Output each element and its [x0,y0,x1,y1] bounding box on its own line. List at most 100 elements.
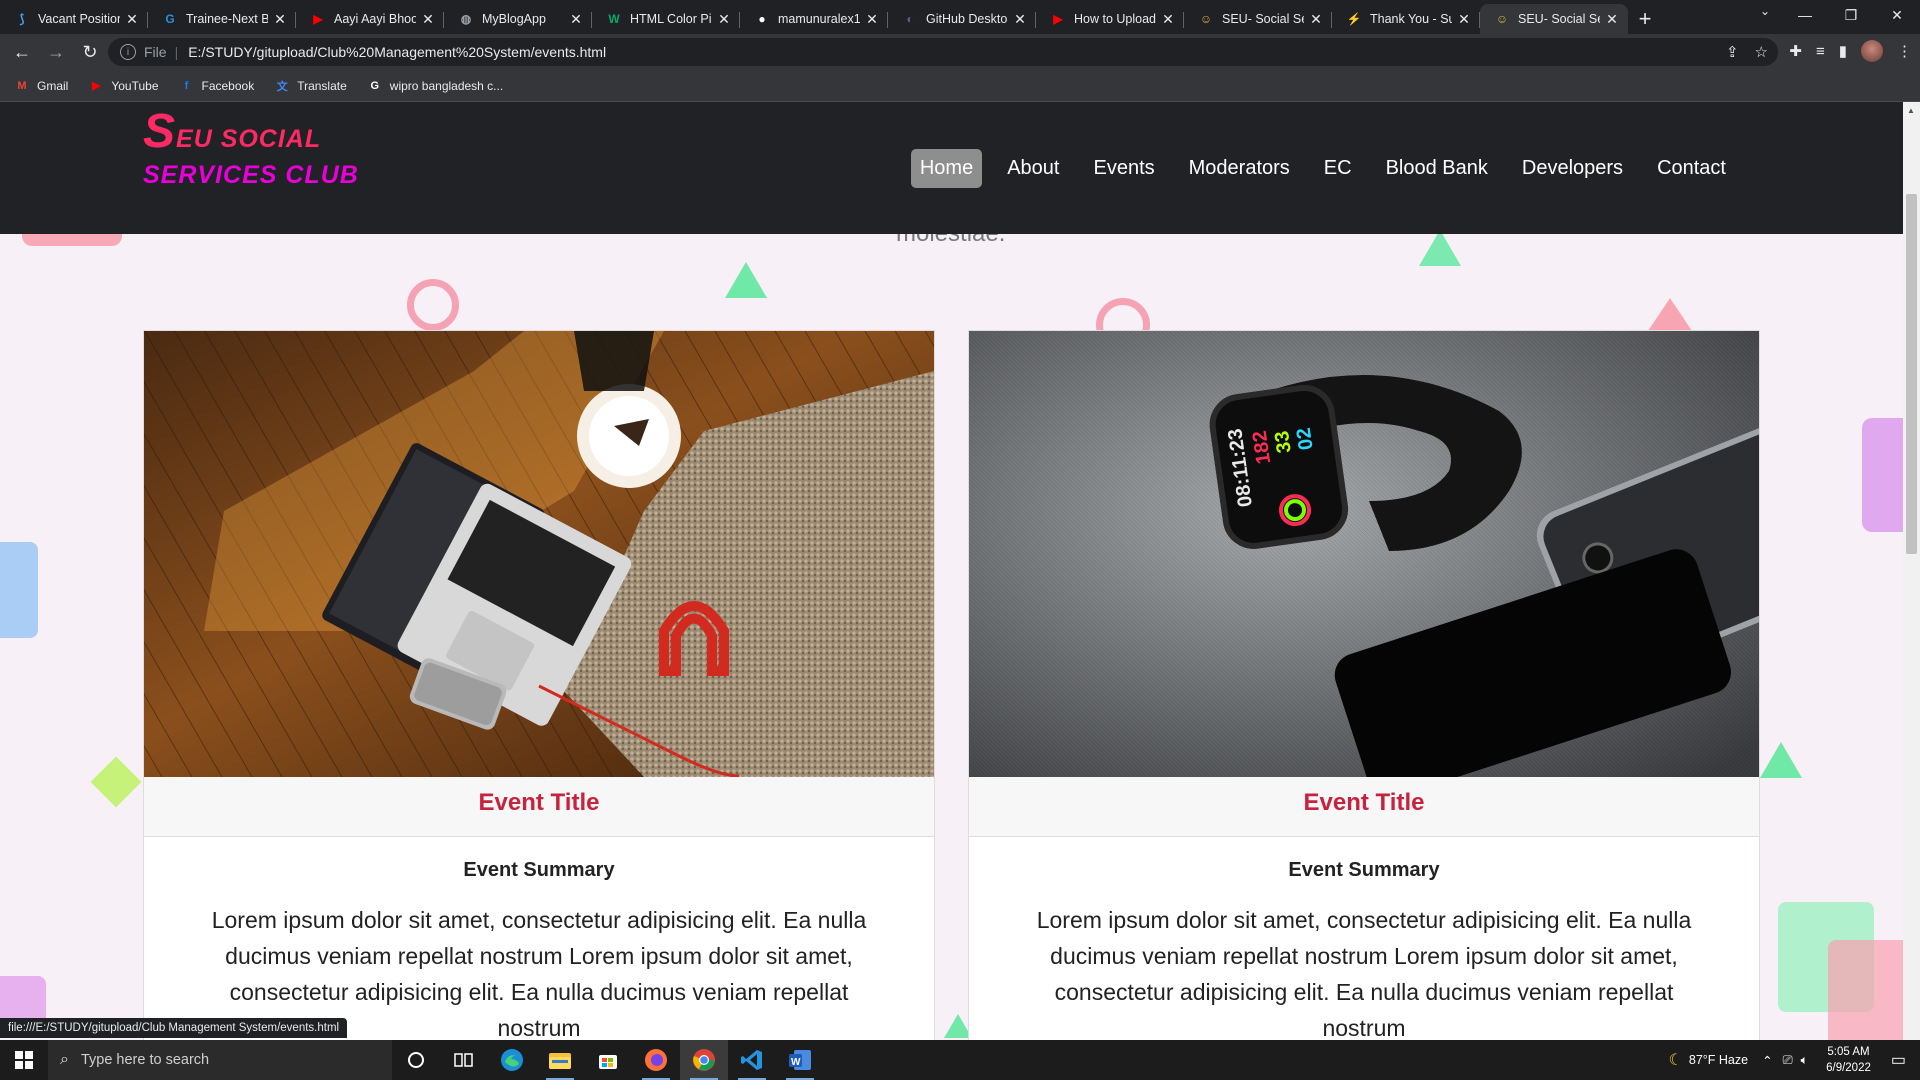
youtube-favicon-icon: ▶ [313,12,323,26]
browser-tab[interactable]: ⚡ Thank You - Sub ✕ [1332,4,1480,34]
browser-tab[interactable]: ▶ Aayi Aayi Bhoot ✕ [296,4,444,34]
nav-link-blood-bank[interactable]: Blood Bank [1377,149,1497,188]
cortana-icon[interactable] [392,1040,440,1080]
browser-tab[interactable]: ☺ SEU- Social Serv ✕ [1184,4,1332,34]
edge-icon[interactable] [488,1040,536,1080]
bookmark-item[interactable]: f Facebook [179,78,255,94]
system-clock[interactable]: 5:05 AM 6/9/2022 [1814,1044,1883,1076]
bookmark-favicon-icon: f [184,79,189,92]
tab-close-icon[interactable]: ✕ [1308,11,1324,28]
tab-close-icon[interactable]: ✕ [1160,11,1176,28]
bookmark-favicon-icon: M [17,79,27,92]
store-icon[interactable] [584,1040,632,1080]
firefox-icon[interactable] [632,1040,680,1080]
bookmarks-bar: M Gmail ▶ YouTube f Facebook 文 Translate Gwipro … [0,70,1920,102]
minimize-icon[interactable]: — [1782,0,1828,30]
network-icon[interactable]: ⎚ [1783,1053,1793,1068]
tray-chevron-icon[interactable]: ⌃ [1762,1053,1772,1068]
bookmark-item[interactable]: ▶ YouTube [88,78,158,94]
url-text[interactable]: E:/STUDY/gitupload/Club%20Management%20S… [188,44,606,60]
side-panel-icon[interactable]: ▮ [1839,42,1847,60]
event-summary: Event Summary [463,859,615,881]
event-image-laptop [144,331,934,777]
tab-close-icon[interactable]: ✕ [124,11,140,28]
tab-title: How to Upload [1074,12,1156,26]
tab-close-icon[interactable]: ✕ [1012,11,1028,28]
decor-pink-ring [407,279,459,331]
restore-icon[interactable]: ❐ [1828,0,1874,30]
omnibox-actions: ⇪ ☆ [1726,43,1768,61]
word-icon[interactable]: W [776,1040,824,1080]
site-logo[interactable]: SEU SOCIAL SERVICES CLUB [143,108,359,193]
browser-tab[interactable]: ● mamunuralex16 ✕ [740,4,888,34]
tab-close-icon[interactable]: ✕ [272,11,288,28]
tab-close-icon[interactable]: ✕ [716,11,732,28]
weather-icon[interactable]: ☾ [1669,1050,1683,1070]
taskbar-search-box[interactable]: ⌕ Type here to search [48,1040,392,1080]
event-image-smartwatch: 08:11:23 182 33 02 [969,331,1759,777]
decor-green-triangle [1419,230,1461,266]
bookmark-item[interactable]: M Gmail [14,78,68,94]
browser-tab[interactable]: ▶ How to Upload ✕ [1036,4,1184,34]
url-separator: | [174,44,179,60]
vscode-icon[interactable] [728,1040,776,1080]
bookmark-star-icon[interactable]: ☆ [1755,43,1768,61]
bookmark-label: YouTube [111,78,159,93]
watch-exercise-value: 33 [1271,429,1296,454]
seu-favicon-icon: ☺ [1495,12,1509,26]
nav-link-home[interactable]: Home [910,149,983,188]
nav-link-developers[interactable]: Developers [1513,149,1632,188]
profile-avatar[interactable] [1861,40,1883,62]
tab-list: ⟆ Vacant Positions ✕ G Trainee-Next Bu ✕ ▶ Aayi… [0,0,1628,34]
page-scrollbar[interactable]: ▲ [1903,102,1920,1040]
nav-link-moderators[interactable]: Moderators [1180,149,1299,188]
browser-tab[interactable]: W HTML Color Pick ✕ [592,4,740,34]
chrome-icon[interactable] [680,1040,728,1080]
menu-kebab-icon[interactable]: ⋮ [1897,42,1912,60]
tab-close-icon[interactable]: ✕ [420,11,436,28]
start-button[interactable] [0,1040,48,1080]
w3schools-favicon-icon: W [608,12,620,26]
nav-link-contact[interactable]: Contact [1648,149,1735,188]
bookmark-item[interactable]: Gwipro bangladesh c... [367,78,504,94]
close-window-icon[interactable]: ✕ [1874,0,1920,30]
task-view-icon[interactable] [440,1040,488,1080]
tab-close-icon[interactable]: ✕ [1604,11,1620,28]
reading-list-icon[interactable]: ≡ [1816,43,1825,60]
new-tab-button[interactable]: + [1628,4,1662,34]
scrollbar-thumb[interactable] [1906,194,1917,554]
tab-close-icon[interactable]: ✕ [1456,11,1472,28]
trainee-favicon-icon: G [165,12,175,26]
github-desktop-favicon-icon: ◐ [906,12,914,26]
github-favicon-icon: ● [758,12,766,26]
tab-search-chevron-icon[interactable]: ⌄ [1760,4,1770,18]
notification-icon[interactable]: ▭ [1883,1050,1920,1070]
volume-icon[interactable]: 🔈︎ [1801,1053,1809,1068]
bookmark-item[interactable]: 文 Translate [274,78,347,94]
reload-icon[interactable]: ↻ [74,36,106,68]
browser-tab[interactable]: ◐ GitHub Desktop ✕ [888,4,1036,34]
nav-link-ec[interactable]: EC [1315,149,1361,188]
nav-link-about[interactable]: About [998,149,1068,188]
weather-text[interactable]: 87°F Haze [1689,1053,1748,1067]
forward-arrow-icon[interactable]: → [40,36,72,68]
event-title: Event Title [144,777,934,837]
site-info-icon[interactable]: i [120,44,136,60]
share-icon[interactable]: ⇪ [1726,43,1739,61]
back-arrow-icon[interactable]: ← [6,36,38,68]
bookmark-label: Facebook [201,78,255,93]
clock-date: 6/9/2022 [1826,1062,1871,1074]
scroll-up-arrow-icon[interactable]: ▲ [1907,106,1915,115]
tab-close-icon[interactable]: ✕ [864,11,880,28]
logo-line-1: SEU SOCIAL [143,108,359,157]
tab-close-icon[interactable]: ✕ [568,11,584,28]
browser-tab[interactable]: ☺ SEU- Social Serv ✕ [1480,4,1628,34]
file-explorer-icon[interactable] [536,1040,584,1080]
extensions-puzzle-icon[interactable]: ✚ [1789,42,1802,60]
nav-link-events[interactable]: Events [1084,149,1163,188]
browser-tab-strip: ⟆ Vacant Positions ✕ G Trainee-Next Bu ✕ ▶ Aayi… [0,0,1920,34]
browser-tab[interactable]: ⟆ Vacant Positions ✕ [0,4,148,34]
address-bar[interactable]: i File | E:/STUDY/gitupload/Club%20Manag… [108,38,1778,66]
browser-tab[interactable]: ◍ MyBlogApp ✕ [444,4,592,34]
browser-tab[interactable]: G Trainee-Next Bu ✕ [148,4,296,34]
